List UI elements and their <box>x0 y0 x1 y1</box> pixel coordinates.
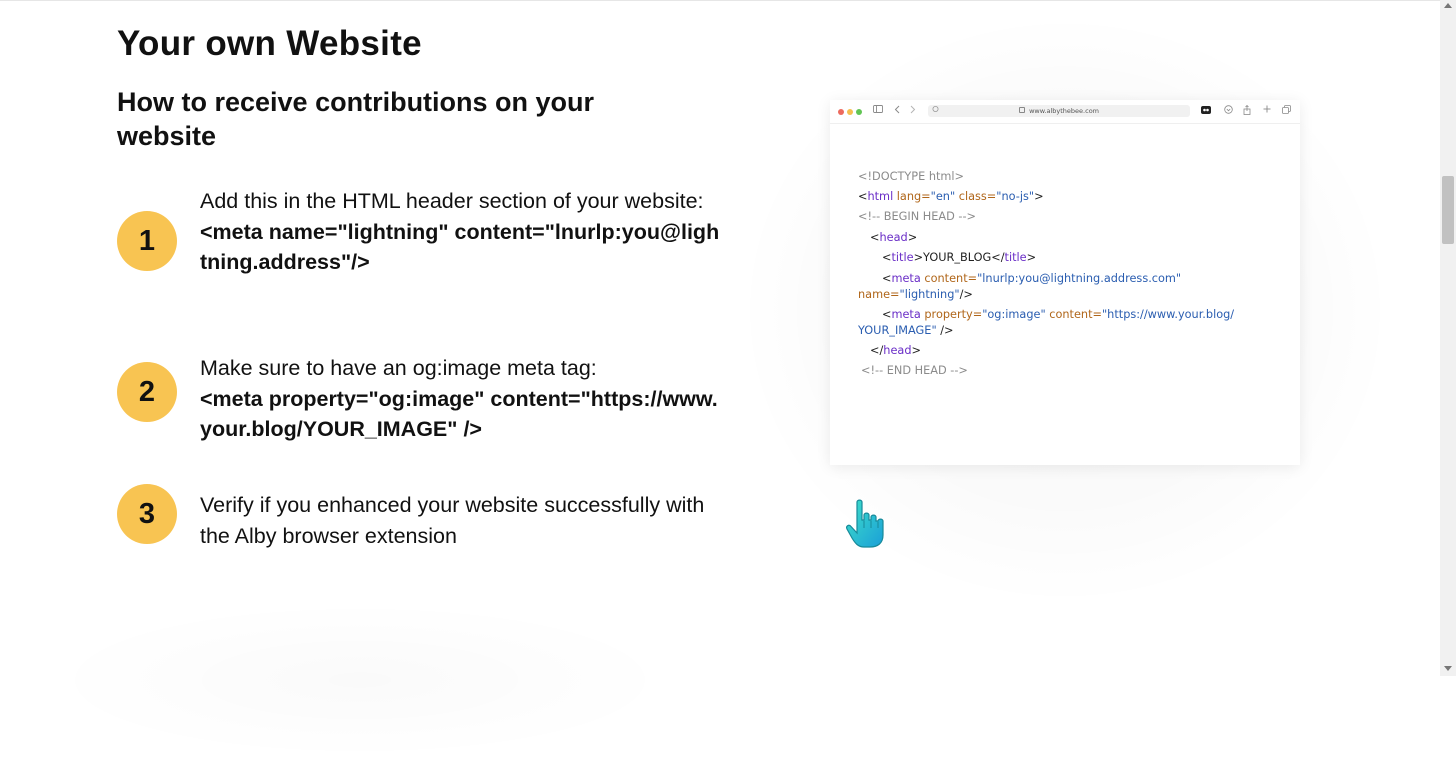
step-description: Verify if you enhanced your website succ… <box>200 490 720 551</box>
code-line-meta-lightning: <meta content="lnurlp:you@lightning.addr… <box>882 272 1182 285</box>
code-line-comment-begin: <!-- BEGIN HEAD --> <box>858 210 977 223</box>
step-number-badge: 3 <box>117 484 177 544</box>
traffic-light-close <box>838 109 844 115</box>
step-text: Verify if you enhanced your website succ… <box>200 493 705 548</box>
shield-icon <box>932 105 939 117</box>
browser-toolbar: www.albythebee.com <box>830 100 1300 124</box>
code-line-head-open: <head> <box>870 231 918 244</box>
traffic-light-minimize <box>847 109 853 115</box>
page-subtitle: How to receive contributions on your web… <box>117 87 595 151</box>
scroll-up-arrow-icon[interactable] <box>1444 3 1452 8</box>
code-line-html-open: <html lang="en" class="no-js"> <box>858 190 1044 203</box>
code-line-meta-og-image-cont: YOUR_IMAGE" /> <box>858 324 954 337</box>
code-line-comment-end: <!-- END HEAD --> <box>861 364 968 377</box>
step-text: Make sure to have an og:image meta tag: <box>200 356 597 380</box>
top-divider <box>0 0 1440 1</box>
pointing-hand-icon <box>844 498 890 550</box>
code-line-meta-lightning-cont: name="lightning"/> <box>858 288 973 301</box>
scrollbar-thumb[interactable] <box>1442 176 1454 244</box>
lock-icon <box>1019 107 1025 113</box>
step-code: <meta property="og:image" content="https… <box>200 386 718 442</box>
browser-mockup: www.albythebee.com <!DOCTYPE html> <html… <box>830 100 1300 465</box>
share-icon <box>1243 104 1251 119</box>
chevron-left-icon <box>894 105 900 118</box>
step-number-badge: 2 <box>117 362 177 422</box>
step-number-badge: 1 <box>117 211 177 271</box>
page-title: Your own Website <box>117 24 422 63</box>
step-code: <meta name="lightning" content="lnurlp:y… <box>200 219 720 275</box>
extension-icon <box>1201 106 1211 118</box>
download-icon <box>1224 105 1233 118</box>
background-glow-bottom <box>40 600 680 760</box>
traffic-light-maximize <box>856 109 862 115</box>
url-text: www.albythebee.com <box>1029 107 1099 115</box>
scroll-down-arrow-icon[interactable] <box>1444 666 1452 671</box>
code-line-head-close: </head> <box>870 344 921 357</box>
step-description: Make sure to have an og:image meta tag: … <box>200 353 720 445</box>
chevron-right-icon <box>910 105 916 118</box>
sidebar-icon <box>873 105 883 117</box>
step-description: Add this in the HTML header section of y… <box>200 186 720 278</box>
vertical-scrollbar[interactable] <box>1440 0 1456 676</box>
tabs-icon <box>1282 105 1291 118</box>
plus-icon <box>1263 105 1271 117</box>
code-line-doctype: <!DOCTYPE html> <box>858 170 965 183</box>
code-line-meta-og-image: <meta property="og:image" content="https… <box>882 308 1235 321</box>
step-text: Add this in the HTML header section of y… <box>200 189 704 213</box>
address-bar: www.albythebee.com <box>928 105 1190 117</box>
code-line-title: <title>YOUR_BLOG</title> <box>882 251 1037 264</box>
